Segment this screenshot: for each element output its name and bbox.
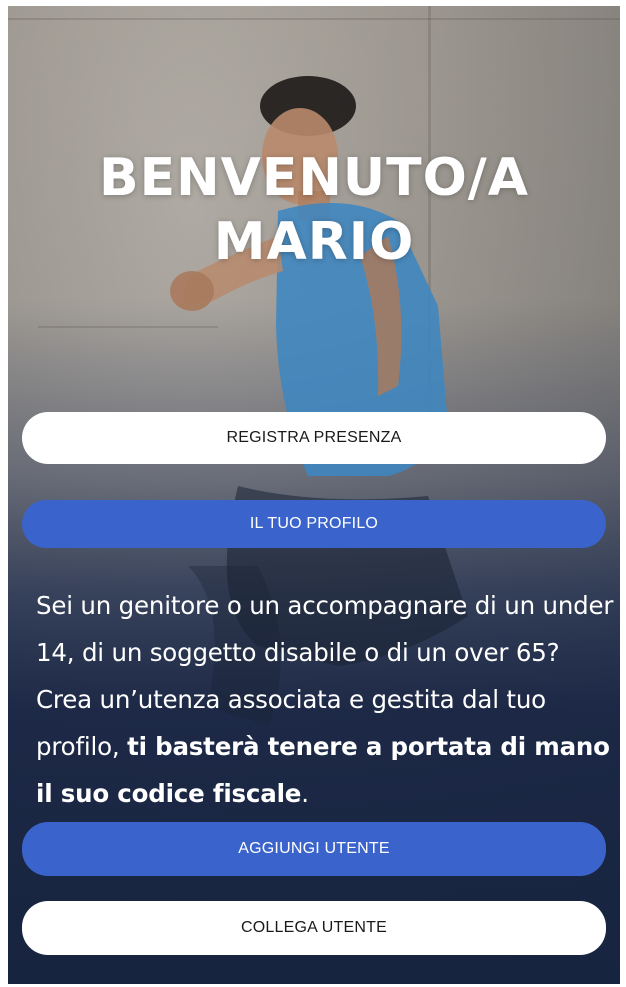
associated-user-info-text: Sei un genitore o un accompagnare di un … <box>36 582 616 817</box>
il-tuo-profilo-button[interactable]: IL TUO PROFILO <box>22 500 606 548</box>
welcome-screen: BENVENUTO/A MARIO REGISTRA PRESENZA IL T… <box>8 6 620 984</box>
welcome-title: BENVENUTO/A MARIO <box>8 146 620 274</box>
collega-utente-button[interactable]: COLLEGA UTENTE <box>22 901 606 955</box>
welcome-title-name: MARIO <box>213 212 415 272</box>
info-text-end: . <box>301 779 309 808</box>
registra-presenza-button[interactable]: REGISTRA PRESENZA <box>22 412 606 464</box>
welcome-title-line1: BENVENUTO/A <box>98 148 530 208</box>
aggiungi-utente-button[interactable]: AGGIUNGI UTENTE <box>22 822 606 876</box>
